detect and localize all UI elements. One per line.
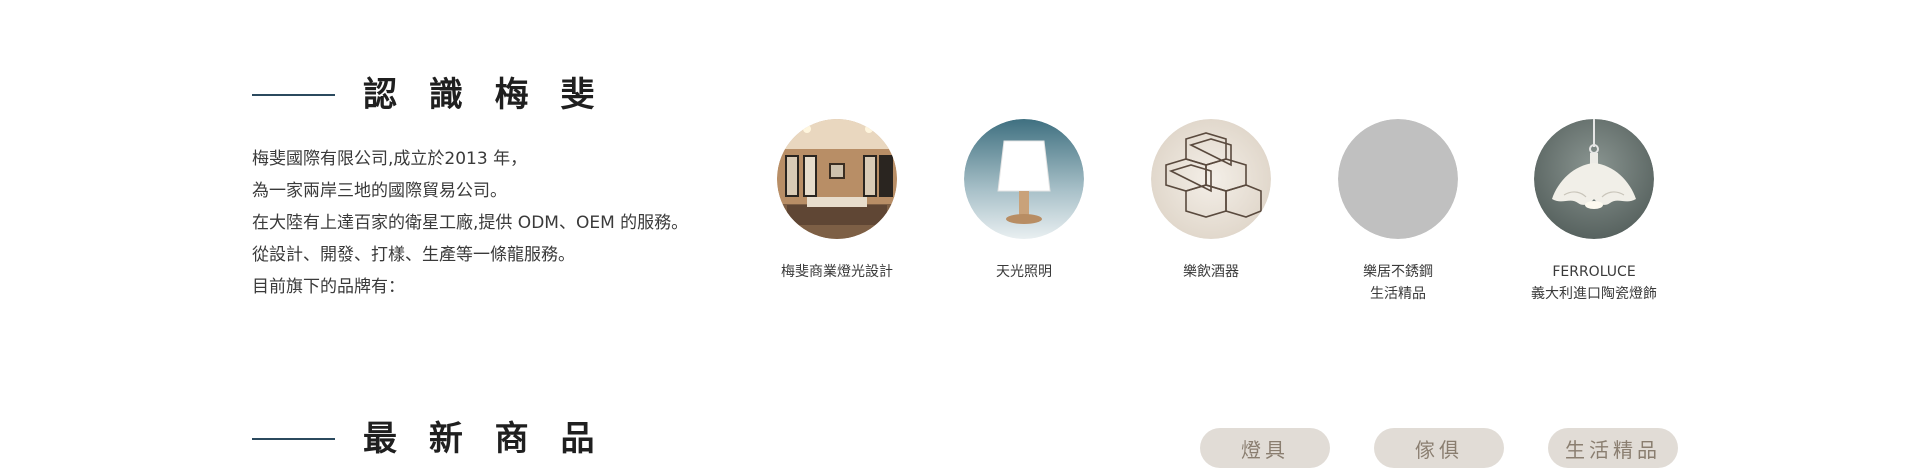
tab-furniture[interactable]: 傢俱 — [1374, 428, 1504, 468]
page: 認 識 梅 斐 梅斐國際有限公司,成立於2013 年， 為一家兩岸三地的國際貿易… — [0, 0, 1920, 473]
about-section-heading: 認 識 梅 斐 — [252, 78, 605, 112]
tab-lifestyle[interactable]: 生活精品 — [1548, 428, 1678, 468]
brand-card-leju-stainless[interactable]: 樂居不銹鋼 生活精品 — [1298, 119, 1498, 305]
wine-rack-image — [1151, 119, 1271, 239]
brand-subtitle: 生活精品 — [1370, 286, 1426, 302]
brand-card-meifei-lighting[interactable]: 梅斐商業燈光設計 — [737, 119, 937, 283]
about-description: 梅斐國際有限公司,成立於2013 年， 為一家兩岸三地的國際貿易公司。 在大陸有… — [252, 143, 688, 303]
pendant-lamp-image — [1534, 119, 1654, 239]
heading-rule — [252, 94, 335, 96]
tab-lighting[interactable]: 燈具 — [1200, 428, 1330, 468]
interior-room-image — [777, 119, 897, 239]
about-line: 從設計、開發、打樣、生產等一條龍服務。 — [252, 245, 575, 265]
brand-label: FERROLUCE 義大利進口陶瓷燈飾 — [1494, 261, 1694, 305]
brand-card-ferroluce[interactable]: FERROLUCE 義大利進口陶瓷燈飾 — [1494, 119, 1694, 305]
brand-card-leyin-wine[interactable]: 樂飲酒器 — [1111, 119, 1311, 283]
about-line: 目前旗下的品牌有： — [252, 277, 405, 297]
brand-label: 樂飲酒器 — [1111, 261, 1311, 283]
brand-subtitle: 義大利進口陶瓷燈飾 — [1531, 286, 1657, 302]
brand-label: 樂居不銹鋼 生活精品 — [1298, 261, 1498, 305]
placeholder-image — [1338, 119, 1458, 239]
heading-rule — [252, 438, 335, 440]
products-section-heading: 最 新 商 品 — [252, 422, 605, 456]
brand-name: 天光照明 — [996, 264, 1052, 280]
table-lamp-image — [964, 119, 1084, 239]
brand-name: 樂飲酒器 — [1183, 264, 1239, 280]
about-line: 為一家兩岸三地的國際貿易公司。 — [252, 181, 507, 201]
brand-name: 樂居不銹鋼 — [1363, 264, 1433, 280]
brand-label: 梅斐商業燈光設計 — [737, 261, 937, 283]
about-line: 梅斐國際有限公司,成立於2013 年， — [252, 149, 528, 169]
brand-label: 天光照明 — [924, 261, 1124, 283]
about-line: 在大陸有上達百家的衛星工廠,提供 ODM、OEM 的服務。 — [252, 213, 689, 233]
products-title: 最 新 商 品 — [363, 419, 605, 459]
brand-card-tianguang-lighting[interactable]: 天光照明 — [924, 119, 1124, 283]
brand-name: FERROLUCE — [1552, 264, 1636, 280]
about-title: 認 識 梅 斐 — [363, 75, 605, 115]
brand-name: 梅斐商業燈光設計 — [781, 264, 893, 280]
